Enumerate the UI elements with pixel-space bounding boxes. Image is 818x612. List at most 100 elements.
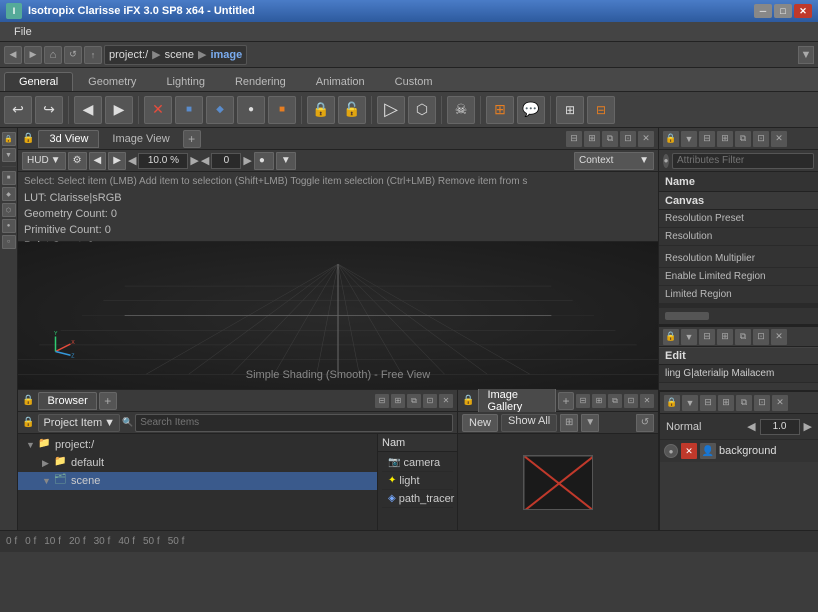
attr-ctrl3[interactable]: ⊞: [717, 131, 733, 147]
gallery-ctrl-close[interactable]: ✕: [640, 394, 654, 408]
attr-ctrl4[interactable]: ⧉: [735, 131, 751, 147]
browser-ctrl4[interactable]: ⊡: [423, 394, 437, 408]
br-ctrl-close[interactable]: ✕: [772, 395, 788, 411]
normal-arrow-left[interactable]: ◀: [747, 420, 755, 433]
attr-ctrl-close[interactable]: ✕: [771, 131, 787, 147]
maximize-button[interactable]: □: [774, 4, 792, 18]
undo-button[interactable]: ↩: [4, 96, 32, 124]
view-ctrl2[interactable]: ⊞: [584, 131, 600, 147]
gallery-refresh-button[interactable]: ↺: [636, 414, 654, 432]
left-panel-btn2[interactable]: ▼: [2, 148, 16, 162]
bg-x-icon[interactable]: ✕: [681, 443, 697, 459]
toolbar-btn2[interactable]: ▶: [108, 152, 126, 170]
left-panel-btn7[interactable]: ○: [2, 235, 16, 249]
view-ctrl3[interactable]: ⧉: [602, 131, 618, 147]
bg-dot-btn[interactable]: ●: [664, 444, 678, 458]
refresh-button[interactable]: ↺: [64, 46, 82, 64]
attr-ctrl2[interactable]: ⊟: [699, 131, 715, 147]
bg-person-icon[interactable]: 👤: [700, 443, 716, 459]
redo-button[interactable]: ↪: [35, 96, 63, 124]
nav-back-button[interactable]: ◀: [74, 96, 102, 124]
attr-filter-input[interactable]: [672, 153, 814, 169]
attr2-ctrl4[interactable]: ⧉: [735, 329, 751, 345]
options-button[interactable]: ⚙: [68, 152, 87, 170]
item-camera[interactable]: 📷 camera: [382, 454, 453, 472]
zoom-arrow-right[interactable]: ▶: [190, 154, 198, 167]
browser-ctrl3[interactable]: ⧉: [407, 394, 421, 408]
tab-image-gallery[interactable]: Image Gallery: [478, 386, 556, 416]
breadcrumb-project[interactable]: project:/: [109, 49, 148, 61]
browser-title-dropdown[interactable]: Project Item ▼: [38, 414, 120, 432]
close-button[interactable]: ✕: [794, 4, 812, 18]
browser-ctrl2[interactable]: ⊞: [391, 394, 405, 408]
box3-button[interactable]: ●: [237, 96, 265, 124]
split-button[interactable]: ⊟: [587, 96, 615, 124]
attr-dot-btn[interactable]: ●: [663, 154, 669, 168]
gallery-new-button[interactable]: New: [462, 414, 498, 432]
left-panel-btn5[interactable]: ⬡: [2, 203, 16, 217]
br-ctrl4[interactable]: ⧉: [736, 395, 752, 411]
home-button[interactable]: ⌂: [44, 46, 62, 64]
tab-image-view[interactable]: Image View: [101, 130, 180, 148]
left-panel-btn1[interactable]: 🔒: [2, 132, 16, 146]
skull-button[interactable]: ☠: [447, 96, 475, 124]
item-path-tracer[interactable]: ◈ path_tracer: [382, 490, 453, 508]
stop-button[interactable]: ✕: [144, 96, 172, 124]
gallery-ctrl4[interactable]: ⊡: [624, 394, 638, 408]
left-panel-btn3[interactable]: ■: [2, 171, 16, 185]
zoom-input[interactable]: 10.0 %: [138, 153, 188, 169]
context-dropdown[interactable]: Context ▼: [574, 152, 654, 170]
br-ctrl5[interactable]: ⊡: [754, 395, 770, 411]
breadcrumb-scene[interactable]: scene: [165, 49, 194, 61]
frame-input[interactable]: 0: [211, 153, 241, 169]
lock-button[interactable]: 🔒: [307, 96, 335, 124]
viewport[interactable]: X Y Z Simple Shading (Smooth) - Free Vie…: [18, 242, 658, 389]
box4-button[interactable]: ■: [268, 96, 296, 124]
frame-arrow-left[interactable]: ◀: [201, 154, 209, 167]
back-button[interactable]: ◀: [4, 46, 22, 64]
zoom-arrow-left[interactable]: ◀: [128, 154, 136, 167]
hud-button[interactable]: HUD ▼: [22, 152, 66, 170]
tree-item-default[interactable]: ▶ 📁 default: [18, 454, 377, 472]
br-ctrl2[interactable]: ⊟: [700, 395, 716, 411]
tab-rendering[interactable]: Rendering: [220, 72, 301, 91]
grid-button[interactable]: ⊞: [556, 96, 584, 124]
view-tab-add[interactable]: +: [183, 130, 201, 148]
tree-item-scene[interactable]: ▼ 🗂 scene: [18, 472, 377, 490]
breadcrumb-image[interactable]: image: [210, 49, 242, 61]
frame-arrow-right[interactable]: ▶: [243, 154, 251, 167]
browser-ctrl1[interactable]: ⊟: [375, 394, 389, 408]
gallery-ctrl3[interactable]: ⧉: [608, 394, 622, 408]
attr2-ctrl-close[interactable]: ✕: [771, 329, 787, 345]
chat-button[interactable]: 💬: [517, 96, 545, 124]
gallery-tab-add[interactable]: +: [558, 392, 574, 410]
archive-button[interactable]: ⊞: [486, 96, 514, 124]
browser-tab-add[interactable]: +: [99, 392, 117, 410]
menu-file[interactable]: File: [6, 24, 40, 40]
view-ctrl1[interactable]: ⊟: [566, 131, 582, 147]
attr-ctrl5[interactable]: ⊡: [753, 131, 769, 147]
item-light[interactable]: ✦ light: [382, 472, 453, 490]
left-panel-btn4[interactable]: ◆: [2, 187, 16, 201]
attr2-ctrl5[interactable]: ⊡: [753, 329, 769, 345]
gallery-view-toggle[interactable]: ⊞: [560, 414, 578, 432]
canvas-section-header[interactable]: Canvas: [659, 192, 818, 210]
gallery-thumbnail[interactable]: [523, 455, 593, 510]
gallery-ctrl2[interactable]: ⊞: [592, 394, 606, 408]
tab-geometry[interactable]: Geometry: [73, 72, 151, 91]
attr-lock-btn[interactable]: 🔒: [663, 131, 679, 147]
attr2-ctrl3[interactable]: ⊞: [717, 329, 733, 345]
edit-section-header[interactable]: Edit: [659, 347, 818, 365]
view-ctrl-close[interactable]: ✕: [638, 131, 654, 147]
toolbar-btn1[interactable]: ◀: [89, 152, 107, 170]
forward-button[interactable]: ▶: [24, 46, 42, 64]
tab-custom[interactable]: Custom: [380, 72, 448, 91]
search-input[interactable]: [135, 414, 453, 432]
tab-general[interactable]: General: [4, 72, 73, 91]
up-button[interactable]: ↑: [84, 46, 102, 64]
minimize-button[interactable]: ─: [754, 4, 772, 18]
tree-item-project[interactable]: ▼ 📁 project:/: [18, 436, 377, 454]
tab-browser[interactable]: Browser: [38, 392, 96, 410]
normal-arrow-right[interactable]: ▶: [804, 420, 812, 433]
left-panel-btn6[interactable]: ●: [2, 219, 16, 233]
